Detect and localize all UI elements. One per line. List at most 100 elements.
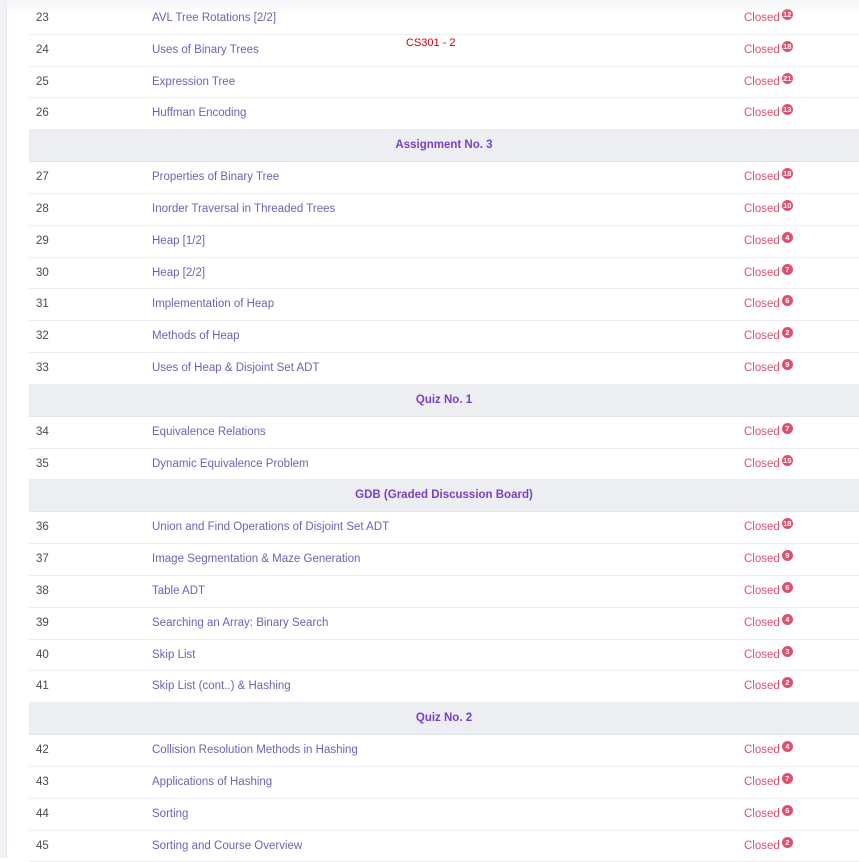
lesson-topic-link[interactable]: Image Segmentation & Maze Generation [152,544,360,575]
status-closed[interactable]: Closed 7 [744,417,793,448]
lesson-topic-link[interactable]: Expression Tree [152,67,235,98]
section-title: Quiz No. 1 [415,393,473,406]
status-label: Closed [744,425,780,438]
status-closed[interactable]: Closed 4 [744,608,793,639]
status-closed[interactable]: Closed 9 [744,353,793,384]
status-closed[interactable]: Closed 2 [744,321,793,352]
table-row: 30 Heap [2/2] Closed 7 [29,258,859,290]
status-label: Closed [744,298,780,311]
status-label: Closed [744,234,780,247]
status-closed[interactable]: Closed 9 [744,544,793,575]
lesson-number: 24 [36,43,49,56]
lesson-number: 30 [36,266,49,279]
left-rail [0,0,7,858]
lesson-topic-link[interactable]: Huffman Encoding [152,98,246,129]
count-badge: 2 [781,327,793,339]
status-label: Closed [744,807,780,820]
table-row: 36 Union and Find Operations of Disjoint … [29,512,859,545]
count-badge: 18 [781,168,793,180]
lesson-topic-link[interactable]: Heap [2/2] [152,258,205,289]
lesson-topic-link[interactable]: Methods of Heap [152,321,240,352]
table-row: 37 Image Segmentation & Maze Generation Cl… [29,544,859,576]
lesson-topic-link[interactable]: Table ADT [152,576,205,607]
table-row: 28 Inorder Traversal in Threaded Trees Clo… [29,194,859,226]
status-closed[interactable]: Closed 4 [744,226,793,257]
status-closed[interactable]: Closed 7 [744,767,793,798]
count-badge: 4 [781,741,793,753]
status-closed[interactable]: Closed 4 [744,735,793,766]
lesson-number: 29 [36,234,49,247]
lesson-number: 44 [36,807,49,820]
status-closed[interactable]: Closed 15 [744,449,793,480]
lesson-number: 31 [36,298,49,311]
table-row: 45 Sorting and Course Overview Closed 2 [29,831,859,862]
status-label: Closed [744,839,780,852]
lesson-topic-link[interactable]: Searching an Array: Binary Search [152,608,328,639]
lessons-table: 23 AVL Tree Rotations [2/2] Closed 12 24 Uses… [29,3,859,862]
lesson-number: 38 [36,584,49,597]
section-header: Quiz No. 2 [29,703,859,736]
lesson-number: 43 [36,775,49,788]
lesson-topic-link[interactable]: Sorting and Course Overview [152,831,302,862]
count-badge: 3 [781,645,793,657]
section-header: GDB (Graded Discussion Board) [29,480,859,513]
section-title: GDB (Graded Discussion Board) [355,489,533,502]
status-closed[interactable]: Closed 2 [744,831,793,862]
status-label: Closed [744,553,780,566]
status-closed[interactable]: Closed 10 [744,194,793,225]
status-closed[interactable]: Closed 18 [744,162,793,193]
lesson-number: 40 [36,648,49,661]
lesson-topic-link[interactable]: Uses of Heap & Disjoint Set ADT [152,353,319,384]
status-closed[interactable]: Closed 6 [744,289,793,320]
lesson-topic-link[interactable]: Skip List (cont..) & Hashing [152,671,291,702]
lesson-topic-link[interactable]: Collision Resolution Methods in Hashing [152,735,358,766]
lesson-topic-link[interactable]: Dynamic Equivalence Problem [152,449,309,480]
lesson-number: 35 [36,457,49,470]
lesson-number: 37 [36,553,49,566]
status-closed[interactable]: Closed 7 [744,258,793,289]
status-label: Closed [744,457,780,470]
lesson-topic-link[interactable]: Union and Find Operations of Disjoint Se… [152,512,389,543]
status-label: Closed [744,171,780,184]
lesson-number: 39 [36,616,49,629]
count-badge: 2 [781,677,793,689]
lesson-topic-link[interactable]: Applications of Hashing [152,767,272,798]
lesson-topic-link[interactable]: Heap [1/2] [152,226,205,257]
status-label: Closed [744,775,780,788]
status-closed[interactable]: Closed 6 [744,799,793,830]
count-badge: 6 [781,581,793,593]
lesson-topic-link[interactable]: Skip List [152,640,195,671]
table-row: 31 Implementation of Heap Closed 6 [29,289,859,322]
lesson-topic-link[interactable]: Uses of Binary Trees [152,35,259,66]
table-row: 40 Skip List Closed 3 [29,640,859,672]
lesson-topic-link[interactable]: Implementation of Heap [152,289,274,320]
status-closed[interactable]: Closed 18 [744,512,793,543]
table-row: 38 Table ADT Closed 6 [29,576,859,608]
section-header: Quiz No. 1 [29,384,859,417]
table-row: 35 Dynamic Equivalence Problem Closed 15 [29,449,859,481]
lesson-number: 28 [36,202,49,215]
status-closed[interactable]: Closed 3 [744,640,793,671]
lesson-topic-link[interactable]: Sorting [152,799,188,830]
section-header: Assignment No. 3 [29,130,859,163]
count-badge: 7 [781,263,793,275]
table-row: 32 Methods of Heap Closed 2 [29,321,859,354]
lesson-topic-link[interactable]: Inorder Traversal in Threaded Trees [152,194,335,225]
lesson-number: 33 [36,362,49,375]
lesson-number: 25 [36,75,49,88]
table-row: 34 Equivalence Relations Closed 7 [29,417,859,449]
status-closed[interactable]: Closed 18 [744,35,793,66]
status-closed[interactable]: Closed 21 [744,67,793,98]
status-label: Closed [744,616,780,629]
section-title: Quiz No. 2 [415,712,473,725]
lesson-topic-link[interactable]: Equivalence Relations [152,417,266,448]
status-closed[interactable]: Closed 6 [744,576,793,607]
table-row: 26 Huffman Encoding Closed 13 [29,98,859,131]
status-label: Closed [744,362,780,375]
status-closed[interactable]: Closed 2 [744,671,793,702]
status-label: Closed [744,648,780,661]
status-label: Closed [744,744,780,757]
lesson-number: 34 [36,425,49,438]
status-closed[interactable]: Closed 13 [744,98,793,129]
lesson-topic-link[interactable]: Properties of Binary Tree [152,162,279,193]
